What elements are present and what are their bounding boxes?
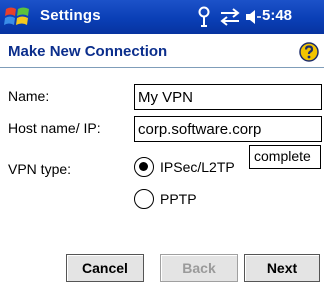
vpn-option-label: PPTP (160, 191, 197, 207)
vpn-type-label: VPN type: (8, 161, 72, 177)
back-button[interactable]: Back (160, 254, 238, 282)
app-title: Settings (40, 7, 101, 24)
cancel-button[interactable]: Cancel (66, 254, 144, 282)
windows-start-icon[interactable] (3, 4, 33, 30)
radio-button-pptp[interactable] (134, 189, 154, 209)
help-icon[interactable] (299, 42, 319, 62)
name-field[interactable] (134, 84, 322, 110)
next-button[interactable]: Next (244, 254, 320, 282)
host-label: Host name/ IP: (8, 120, 101, 136)
vpn-option-label: IPSec/L2TP (160, 159, 235, 175)
host-field[interactable] (134, 116, 322, 142)
radio-button-ipsec[interactable] (134, 157, 154, 177)
radio-selected-dot (139, 162, 148, 171)
vpn-option-pptp[interactable]: PPTP (134, 189, 234, 211)
page-header: Make New Connection (0, 34, 324, 68)
clock[interactable]: 5:48 (262, 7, 292, 24)
page-title: Make New Connection (8, 43, 168, 60)
name-label: Name: (8, 88, 50, 104)
speaker-icon[interactable] (244, 6, 262, 28)
title-bar: Settings 5:48 (0, 0, 324, 34)
antenna-icon[interactable] (196, 6, 212, 28)
vpn-option-ipsec[interactable]: IPSec/L2TP (134, 157, 274, 179)
connectivity-icon[interactable] (219, 6, 241, 28)
